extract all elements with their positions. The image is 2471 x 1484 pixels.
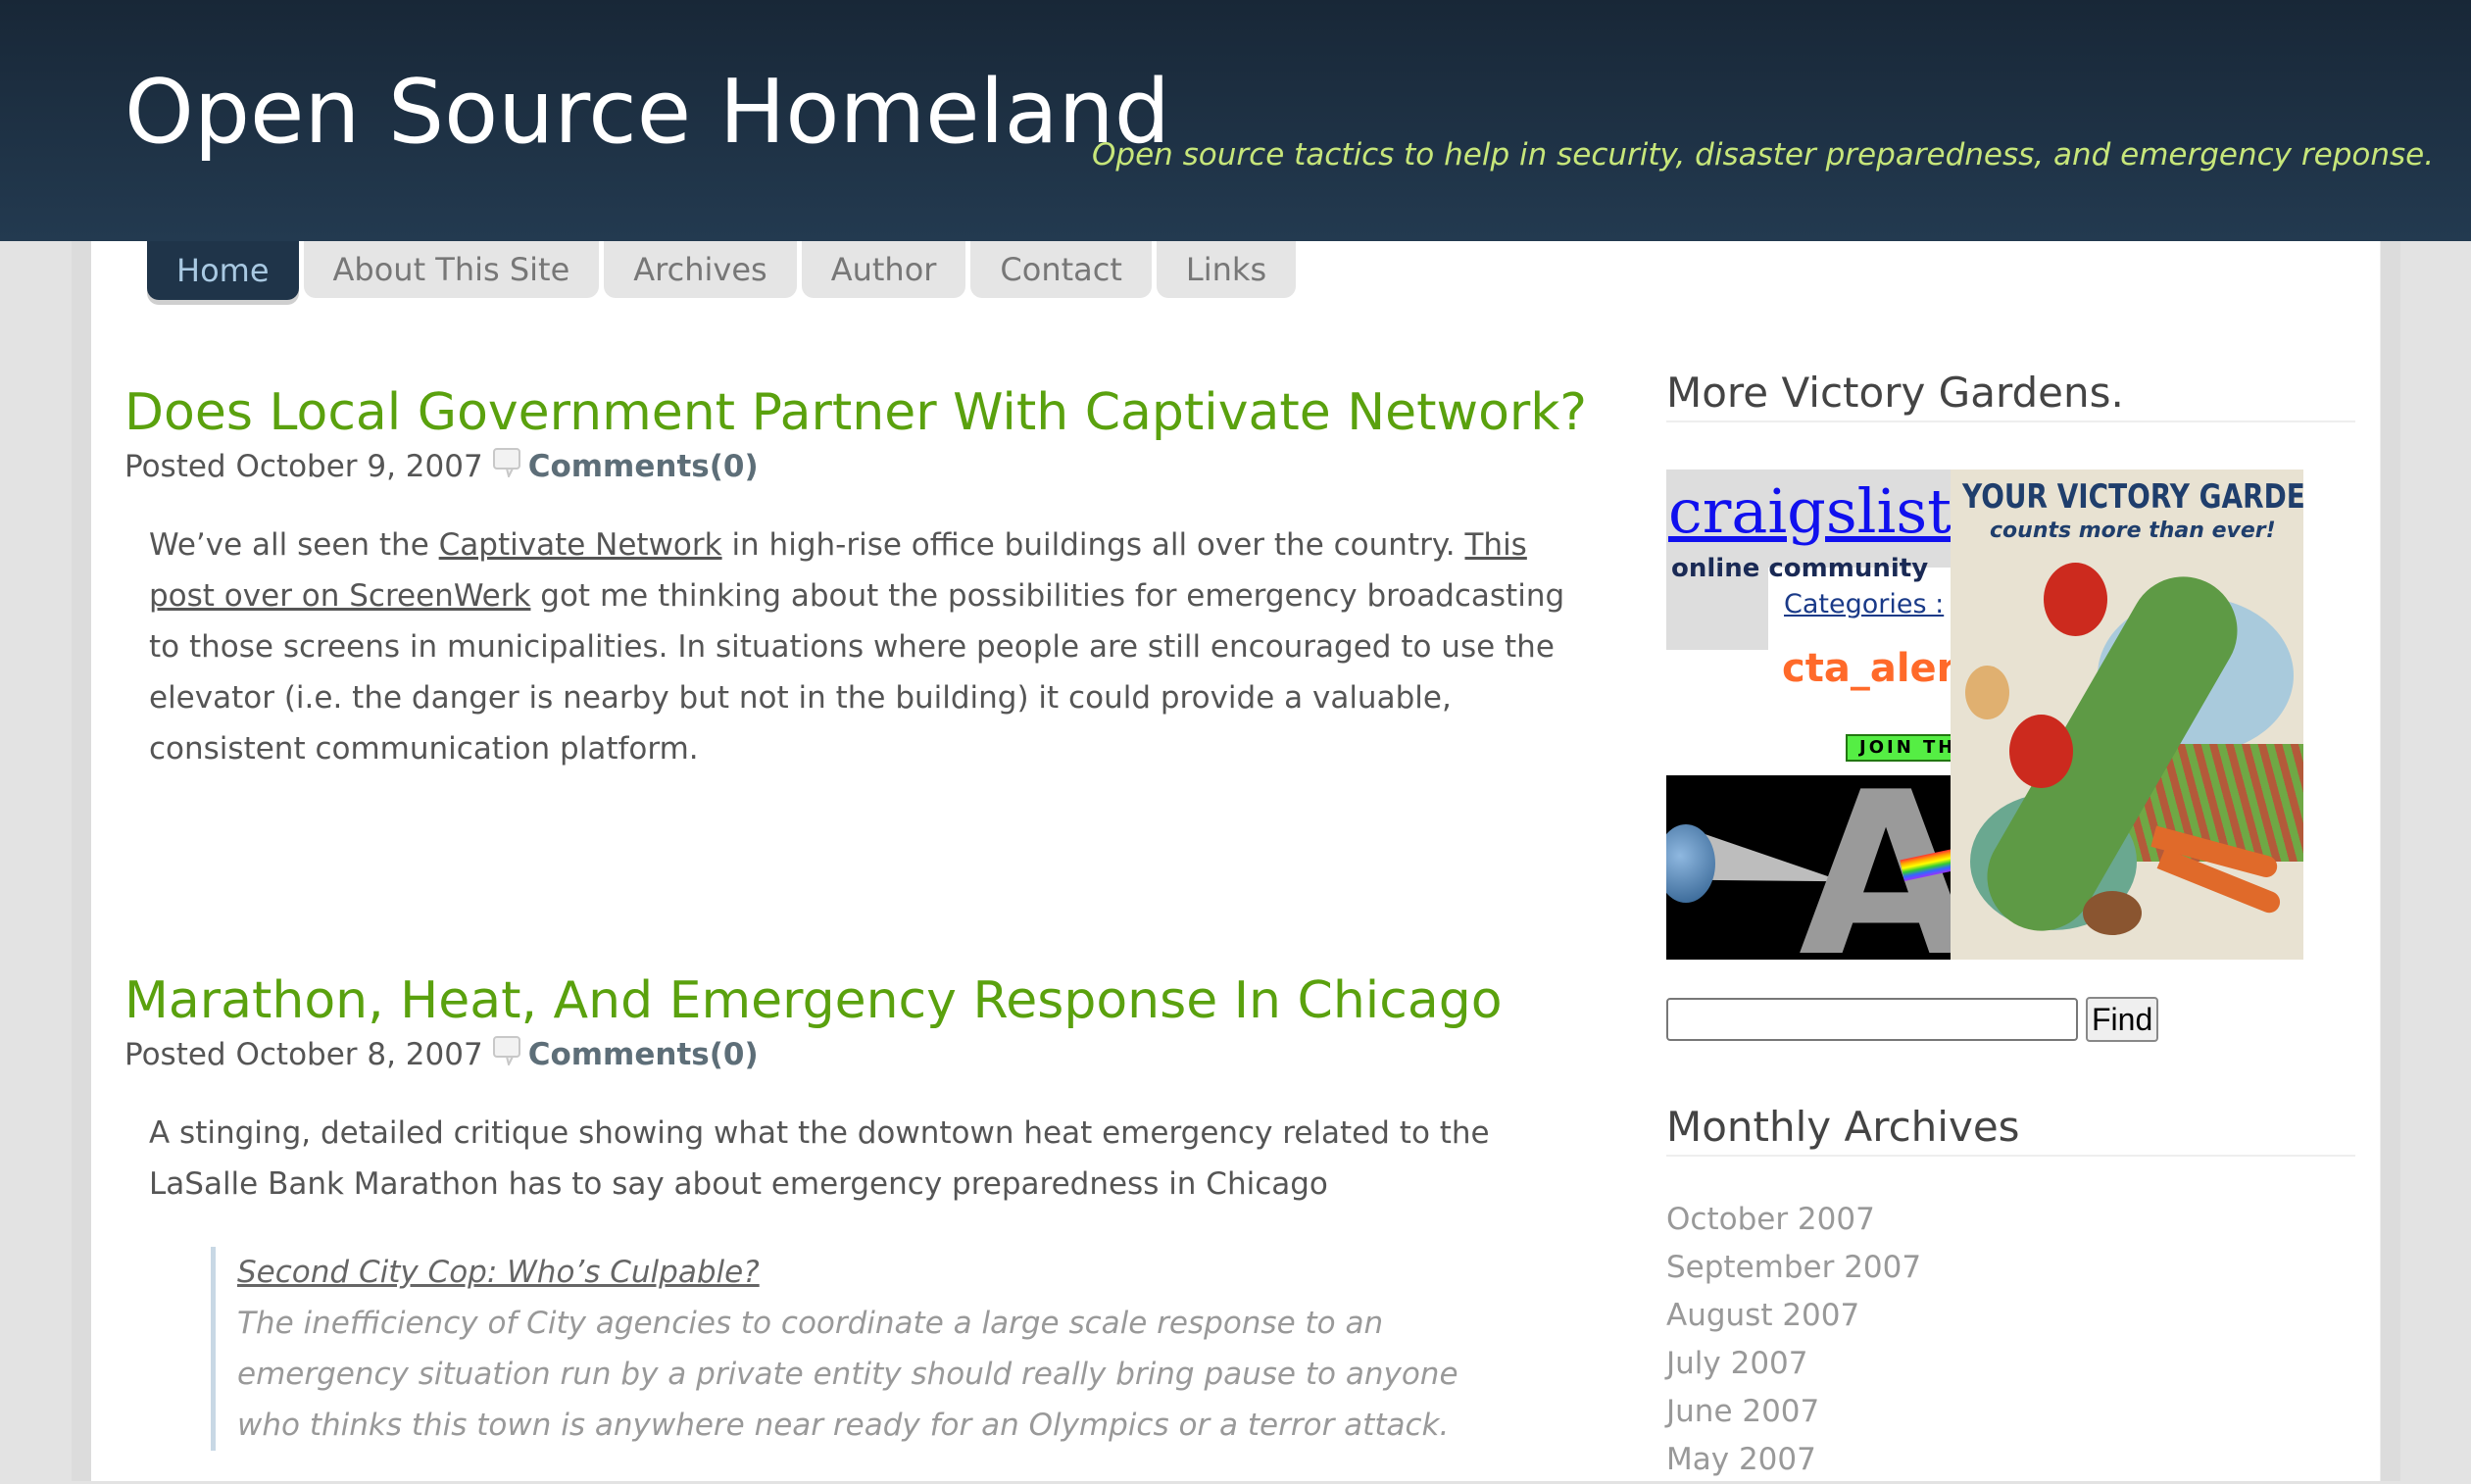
gallery-widget-title: More Victory Gardens.: [1666, 369, 2355, 422]
alert-logo-image[interactable]: A: [1666, 775, 1960, 960]
victory-gardens-gallery: craigslist online community Categories :…: [1666, 470, 2303, 960]
captivate-network-link[interactable]: Captivate Network: [439, 527, 722, 563]
archives-widget-title: Monthly Archives: [1666, 1103, 2355, 1157]
main-content: Does Local Government Partner With Capti…: [124, 382, 1587, 1452]
comments-link[interactable]: Comments(0): [528, 1037, 759, 1072]
archive-link[interactable]: July 2007: [1666, 1340, 2355, 1388]
post-body: We’ve all seen the Captivate Network in …: [149, 519, 1585, 774]
victory-garden-poster-image[interactable]: YOUR VICTORY GARDEN counts more than eve…: [1951, 470, 2303, 960]
main-nav: Home About This Site Archives Author Con…: [147, 241, 1301, 302]
post-title[interactable]: Does Local Government Partner With Capti…: [124, 382, 1587, 443]
site-tagline: Open source tactics to help in security,…: [1092, 137, 2435, 173]
page-shadow-right: [2381, 241, 2400, 1481]
post-body: A stinging, detailed critique showing wh…: [149, 1115, 1490, 1203]
cta-alert-text: cta_aler: [1782, 646, 1956, 691]
search-form: Find: [1666, 997, 2355, 1042]
comment-bubble-icon: [492, 448, 520, 480]
quote-text: The inefficiency of City agencies to coo…: [237, 1306, 1458, 1444]
tab-links[interactable]: Links: [1156, 241, 1297, 298]
post-meta: Posted October 9, 2007 Comments(0): [124, 448, 1585, 485]
blockquote: Second City Cop: Who’s Culpable? The ine…: [211, 1247, 1511, 1452]
tab-home[interactable]: Home: [147, 241, 299, 300]
site-title[interactable]: Open Source Homeland: [124, 61, 1170, 164]
craigslist-categories-text: Categories :: [1784, 589, 1945, 619]
post-text: in high-rise office buildings all over t…: [721, 527, 1465, 564]
craigslist-screenshot-image[interactable]: craigslist online community Categories :…: [1666, 470, 1960, 775]
poster-subtitle-text: counts more than ever!: [1990, 519, 2276, 543]
tab-author[interactable]: Author: [801, 241, 966, 298]
craigslist-community-text: online community: [1671, 554, 1929, 583]
archive-link[interactable]: October 2007: [1666, 1196, 2355, 1244]
sidebar: More Victory Gardens. craigslist online …: [1666, 369, 2355, 1484]
post-date: Posted October 8, 2007: [124, 1037, 483, 1073]
post: Does Local Government Partner With Capti…: [124, 382, 1587, 774]
post-title[interactable]: Marathon, Heat, And Emergency Response I…: [124, 970, 1585, 1031]
comment-bubble-icon: [492, 1036, 520, 1068]
tab-contact[interactable]: Contact: [970, 241, 1152, 298]
post-text: We’ve all seen the: [149, 527, 439, 564]
post-date: Posted October 9, 2007: [124, 449, 483, 485]
site-header: Open Source Homeland Open source tactics…: [0, 0, 2471, 241]
craigslist-logo-text: craigslist: [1668, 475, 1952, 547]
archive-link[interactable]: June 2007: [1666, 1388, 2355, 1436]
archive-list: October 2007 September 2007 August 2007 …: [1666, 1196, 2355, 1484]
second-city-cop-link[interactable]: Second City Cop: Who’s Culpable?: [237, 1247, 1511, 1298]
post-meta: Posted October 8, 2007 Comments(0): [124, 1036, 1585, 1073]
archives-widget: Monthly Archives October 2007 September …: [1666, 1103, 2355, 1484]
find-button[interactable]: Find: [2086, 997, 2159, 1042]
page-shadow-left: [72, 241, 91, 1481]
post: Marathon, Heat, And Emergency Response I…: [124, 970, 1585, 1452]
tab-archives[interactable]: Archives: [604, 241, 797, 298]
poster-title-text: YOUR VICTORY GARDEN: [1962, 477, 2303, 517]
archive-link[interactable]: May 2007: [1666, 1436, 2355, 1484]
comments-link[interactable]: Comments(0): [528, 449, 759, 484]
join-button-image: JOIN TH: [1846, 734, 1960, 762]
archive-link[interactable]: September 2007: [1666, 1244, 2355, 1292]
search-input[interactable]: [1666, 998, 2078, 1041]
archive-link[interactable]: August 2007: [1666, 1292, 2355, 1340]
tab-about[interactable]: About This Site: [303, 241, 600, 298]
